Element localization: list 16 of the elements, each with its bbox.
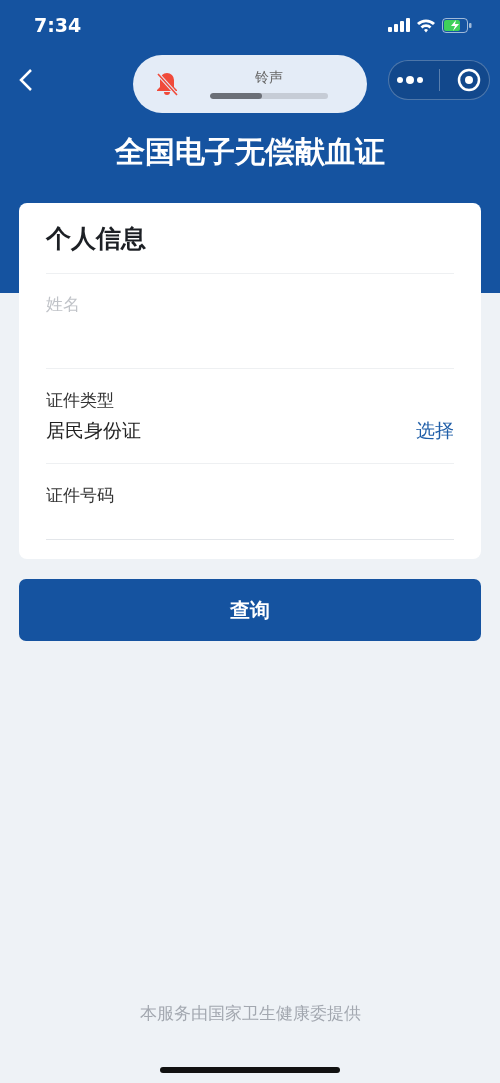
field-value: 居民身份证 <box>46 418 141 443</box>
wifi-icon <box>416 17 436 33</box>
page-title: 全国电子无偿献血证 <box>114 133 386 171</box>
query-button[interactable]: 查询 <box>19 579 481 641</box>
status-time: 7:34 <box>34 14 82 36</box>
volume-label: 铃声 <box>255 69 283 87</box>
field-label: 证件号码 <box>46 484 115 507</box>
more-icon[interactable] <box>397 76 424 84</box>
field-label: 证件类型 <box>46 389 115 412</box>
close-icon[interactable] <box>456 68 481 92</box>
signal-icon <box>388 18 410 32</box>
battery-charging-icon <box>442 17 472 33</box>
select-link[interactable]: 选择 <box>416 418 454 444</box>
footer-text: 本服务由国家卫生健康委提供 <box>139 1003 361 1023</box>
card-title: 个人信息 <box>46 222 146 255</box>
name-field[interactable]: 姓名 <box>46 294 454 314</box>
